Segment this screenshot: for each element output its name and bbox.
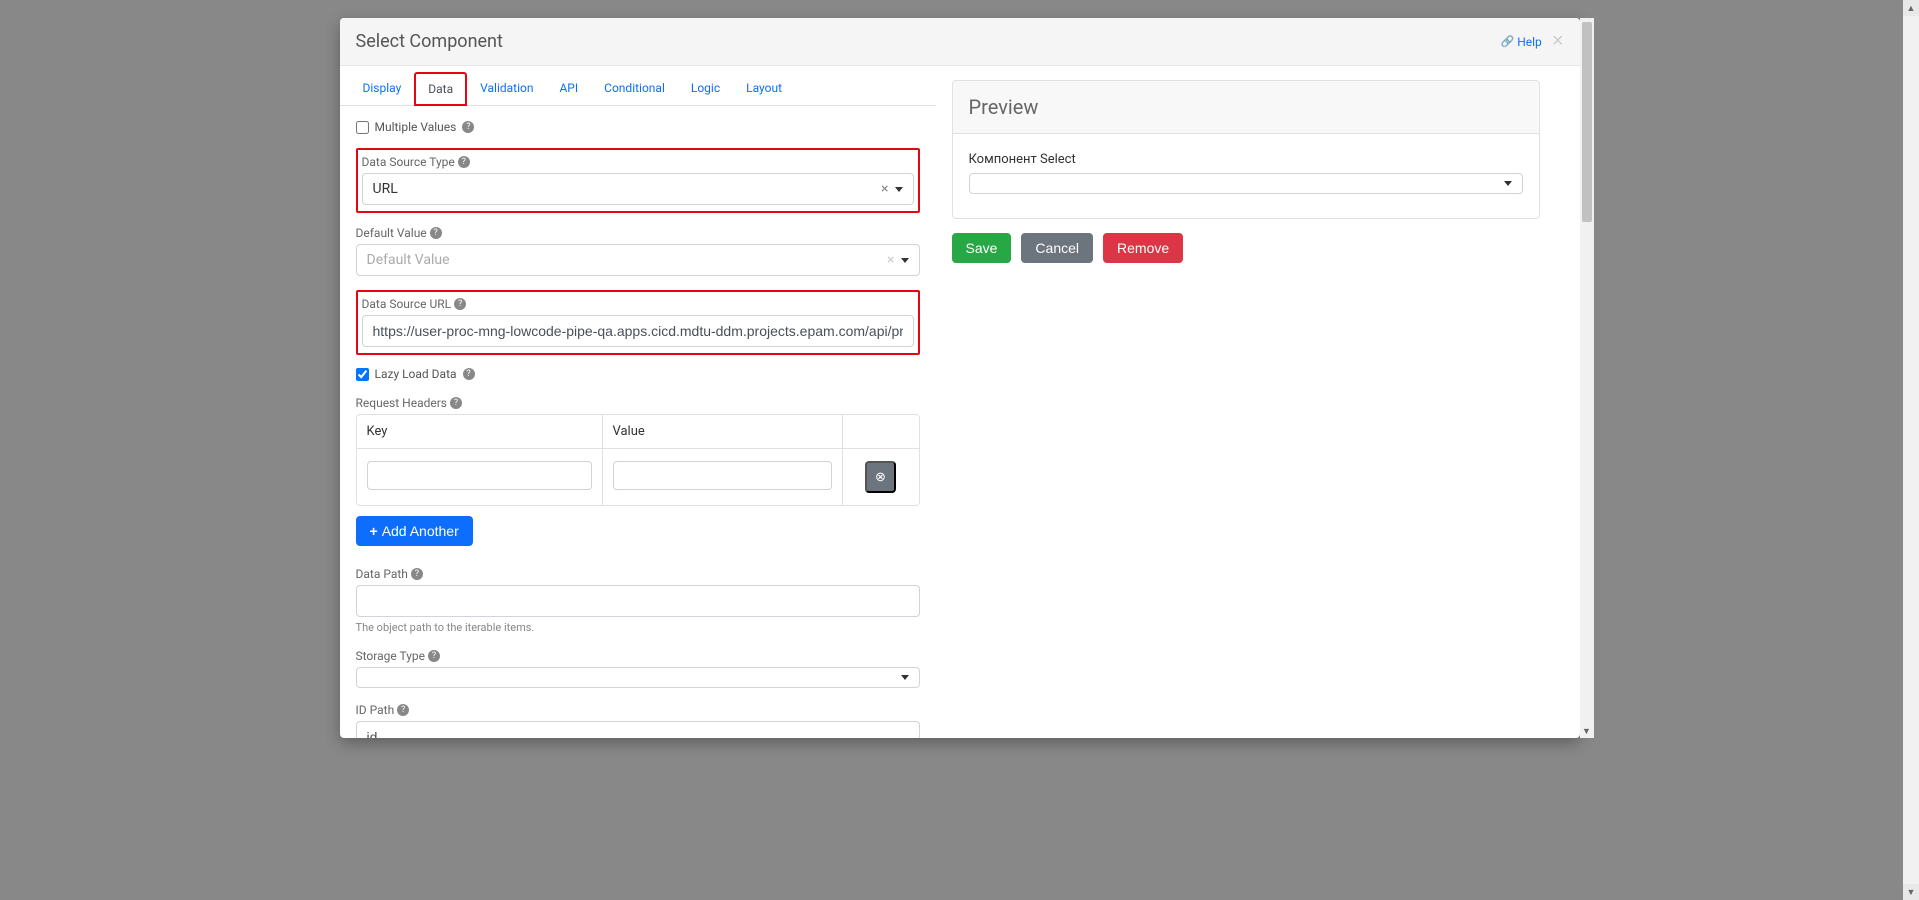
preview-card: Preview Компонент Select: [952, 80, 1540, 219]
help-icon[interactable]: ?: [397, 704, 409, 716]
help-icon[interactable]: ?: [463, 368, 475, 380]
chevron-down-icon: [895, 187, 903, 192]
add-another-button[interactable]: + Add Another: [356, 516, 473, 546]
scroll-thumb[interactable]: [1582, 22, 1592, 222]
header-key-column: Key: [357, 415, 603, 448]
multiple-values-group: Multiple Values ?: [356, 120, 920, 134]
help-icon[interactable]: ?: [454, 298, 466, 310]
save-button[interactable]: Save: [952, 233, 1012, 263]
help-icon[interactable]: ?: [462, 121, 474, 133]
preview-title: Preview: [969, 95, 1039, 119]
help-icon[interactable]: ?: [450, 397, 462, 409]
id-path-input[interactable]: [356, 721, 920, 738]
tabs-list: Display Data Validation API Conditional …: [340, 72, 936, 106]
preview-select[interactable]: [969, 173, 1523, 194]
multiple-values-checkbox[interactable]: [356, 121, 369, 134]
request-headers-group: Request Headers ? Key Value: [356, 395, 920, 546]
remove-button[interactable]: Remove: [1103, 233, 1183, 263]
data-source-url-group: Data Source URL ?: [356, 290, 920, 355]
tab-data[interactable]: Data: [414, 72, 467, 106]
select-clear-icon[interactable]: ×: [881, 181, 888, 197]
data-path-group: Data Path ? The object path to the itera…: [356, 566, 920, 634]
tab-validation[interactable]: Validation: [467, 72, 546, 106]
lazy-load-group: Lazy Load Data ?: [356, 367, 920, 381]
preview-body: Компонент Select: [953, 134, 1539, 218]
select-clear-icon[interactable]: ×: [887, 252, 894, 268]
storage-type-group: Storage Type ?: [356, 648, 920, 688]
data-source-type-select[interactable]: URL ×: [362, 173, 914, 205]
data-source-url-input[interactable]: [362, 315, 914, 347]
preview-header: Preview: [953, 81, 1539, 134]
storage-type-label: Storage Type ?: [356, 649, 441, 663]
header-value-input[interactable]: [613, 461, 832, 490]
data-path-input[interactable]: [356, 585, 920, 617]
cancel-button[interactable]: Cancel: [1021, 233, 1093, 263]
chevron-down-icon: [901, 258, 909, 263]
default-value-label: Default Value ?: [356, 226, 442, 240]
default-value-group: Default Value ? Default Value ×: [356, 225, 920, 276]
tab-api[interactable]: API: [546, 72, 591, 106]
scroll-down-icon[interactable]: ▼: [1580, 724, 1594, 738]
delete-header-button[interactable]: ⊗: [865, 461, 896, 493]
data-path-label: Data Path ?: [356, 567, 423, 581]
data-source-type-group: Data Source Type ? URL ×: [356, 148, 920, 213]
header-value-column: Value: [603, 415, 843, 448]
help-icon[interactable]: ?: [458, 156, 470, 168]
tab-conditional[interactable]: Conditional: [591, 72, 678, 106]
modal-scrollbar[interactable]: ▲ ▼: [1580, 18, 1594, 738]
help-icon[interactable]: ?: [430, 227, 442, 239]
default-value-select[interactable]: Default Value ×: [356, 244, 920, 276]
modal-title: Select Component: [356, 31, 503, 52]
storage-type-select[interactable]: [356, 667, 920, 688]
modal-header: Select Component 🔗 Help ×: [340, 18, 1580, 66]
data-path-help: The object path to the iterable items.: [356, 621, 920, 634]
tab-layout[interactable]: Layout: [733, 72, 795, 106]
page-scrollbar[interactable]: ▲ ▼: [1903, 0, 1919, 900]
scroll-up-icon[interactable]: ▲: [1903, 0, 1919, 16]
id-path-group: ID Path ?: [356, 702, 920, 738]
preview-component-label: Компонент Select: [969, 152, 1523, 167]
component-edit-modal: Select Component 🔗 Help × Display Data: [340, 18, 1580, 738]
close-icon[interactable]: ×: [1552, 30, 1564, 53]
link-icon: 🔗: [1501, 35, 1515, 48]
data-source-url-label: Data Source URL ?: [362, 297, 467, 311]
help-link[interactable]: 🔗 Help: [1501, 35, 1542, 49]
id-path-label: ID Path ?: [356, 703, 410, 717]
header-key-input[interactable]: [367, 461, 592, 490]
data-source-type-label: Data Source Type ?: [362, 155, 470, 169]
action-buttons: Save Cancel Remove: [952, 233, 1540, 263]
help-icon[interactable]: ?: [411, 568, 423, 580]
scroll-down-icon[interactable]: ▼: [1903, 884, 1919, 900]
delete-icon: ⊗: [875, 469, 886, 484]
lazy-load-checkbox[interactable]: [356, 368, 369, 381]
request-headers-table: Key Value ⊗: [356, 414, 920, 506]
multiple-values-label[interactable]: Multiple Values: [375, 120, 457, 134]
help-icon[interactable]: ?: [428, 650, 440, 662]
chevron-down-icon: [901, 675, 909, 680]
chevron-down-icon: [1504, 181, 1512, 186]
tab-display[interactable]: Display: [350, 72, 415, 106]
request-headers-label: Request Headers ?: [356, 396, 463, 410]
plus-icon: +: [370, 523, 378, 539]
lazy-load-label[interactable]: Lazy Load Data: [375, 367, 457, 381]
tab-logic[interactable]: Logic: [678, 72, 733, 106]
